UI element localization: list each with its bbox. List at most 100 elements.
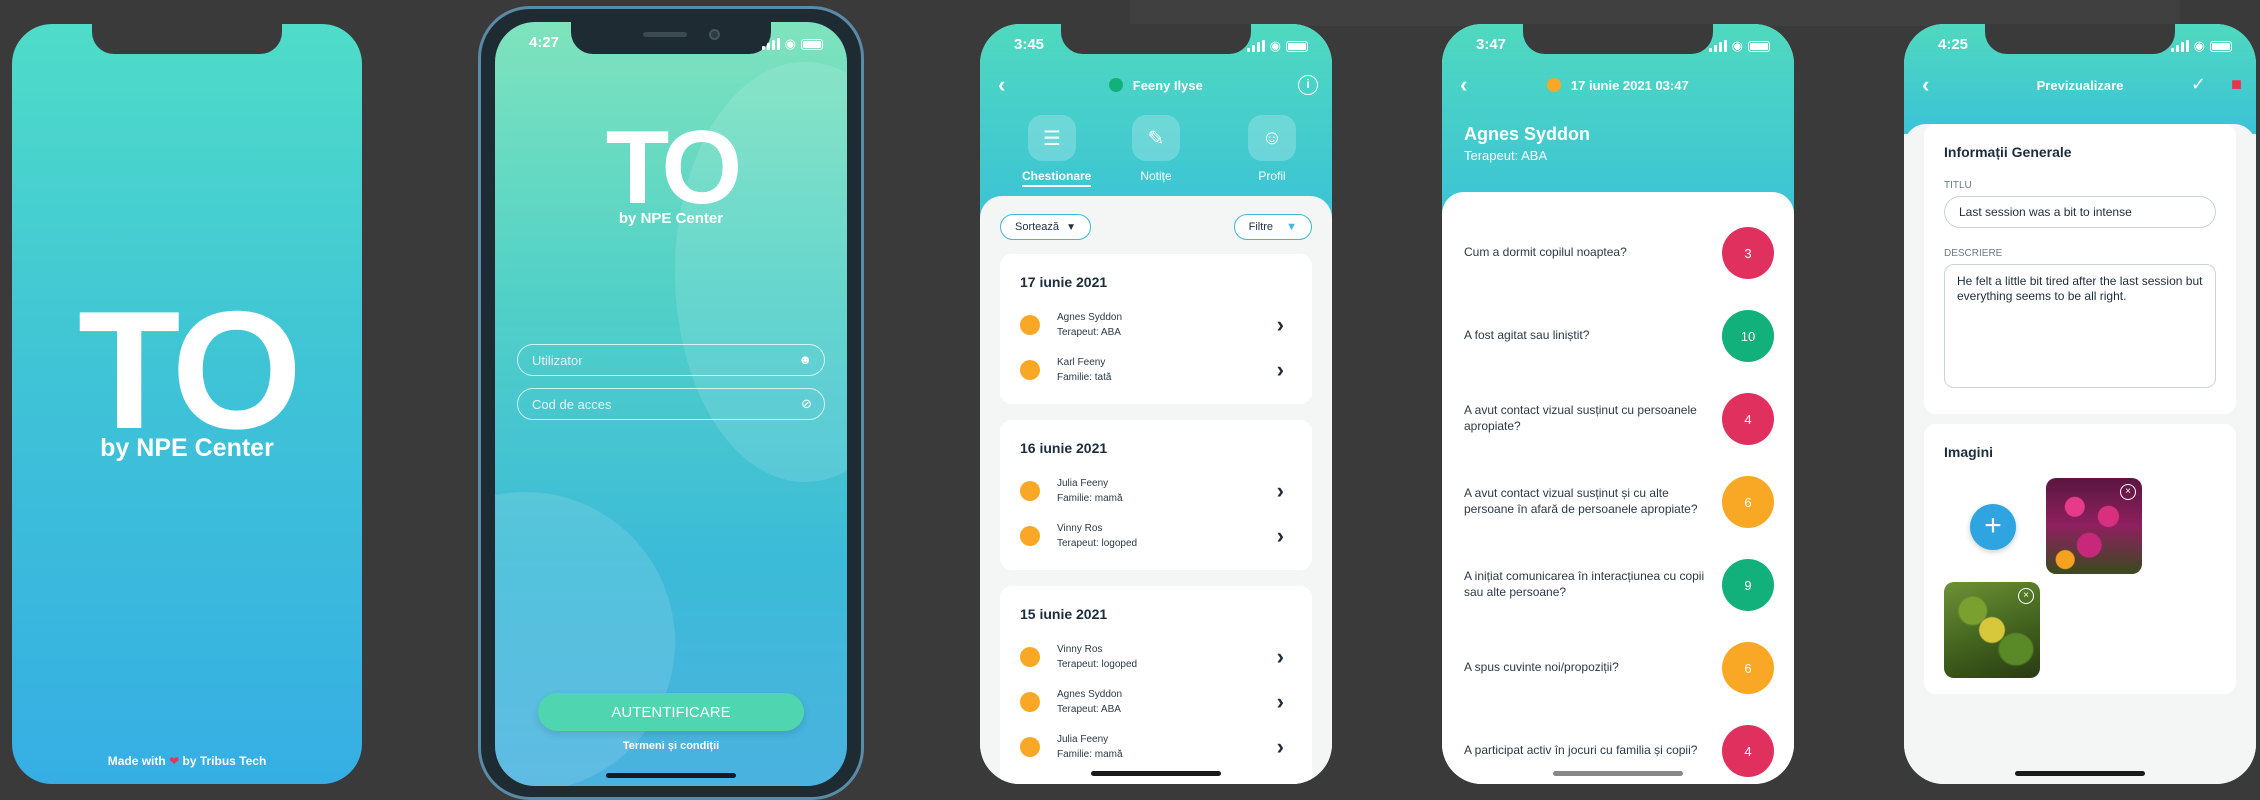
score-badge[interactable]: 4 (1722, 393, 1774, 445)
date-group: 17 iunie 2021 03:47 (1442, 78, 1794, 93)
status-dot (1020, 692, 1040, 712)
splash-screen: TO by NPE Center Made with ❤ by Tribus T… (12, 24, 362, 784)
battery-icon (1286, 40, 1308, 52)
status-dot (1020, 647, 1040, 667)
remove-image-icon[interactable]: × (2120, 484, 2136, 500)
client-status-dot (1109, 78, 1124, 92)
entry-name: Vinny Ros (1057, 523, 1103, 534)
status-dot (1020, 526, 1040, 546)
list-item[interactable]: Agnes Syddon Terapeut: ABA › (1020, 685, 1292, 719)
day-card: 16 iunie 2021 Julia Feeny Familie: mamă … (1000, 420, 1312, 570)
chevron-right-icon: › (1276, 357, 1284, 382)
status-dot (1020, 360, 1040, 380)
tab-profile[interactable]: ☺ Profil (1242, 115, 1302, 183)
check-icon[interactable]: ✓ (2191, 74, 2206, 95)
wifi-icon: ◉ (2193, 38, 2205, 53)
filter-button[interactable]: Filtre ▼ (1233, 214, 1312, 240)
description-field[interactable]: He felt a little bit tired after the las… (1944, 264, 2216, 388)
battery-icon (2210, 40, 2232, 52)
remove-image-icon[interactable]: × (2018, 588, 2034, 604)
wifi-icon: ◉ (784, 36, 796, 51)
battery-icon (801, 38, 823, 50)
nav-bar: ‹ 17 iunie 2021 03:47 (1442, 74, 1794, 100)
eye-off-icon[interactable]: ⊘ (801, 396, 812, 412)
signal-icon (2170, 40, 2189, 52)
login-button[interactable]: AUTENTIFICARE (538, 693, 804, 731)
app-logo: TO (77, 276, 302, 464)
score-badge[interactable]: 9 (1722, 559, 1774, 611)
user-icon: ☻ (798, 352, 812, 367)
therapist-role: Terapeut: ABA (1464, 148, 1548, 163)
terms-link[interactable]: Termeni și condiții (495, 740, 847, 752)
day-title: 16 iunie 2021 (1020, 440, 1108, 456)
info-icon[interactable]: i (1298, 75, 1318, 95)
entry-name: Julia Feeny (1057, 478, 1109, 489)
app-logo: TO (605, 110, 743, 226)
pepper-photo[interactable]: × (1944, 582, 2040, 678)
access-code-field[interactable]: Cod de acces ⊘ (517, 388, 825, 420)
question-text: Cum a dormit copilul noaptea? (1464, 245, 1627, 259)
status-icons: ◉ (1708, 38, 1770, 54)
status-time: 4:27 (529, 34, 560, 51)
title-label: TITLU (1944, 180, 1972, 191)
score-badge[interactable]: 6 (1722, 476, 1774, 528)
list-item[interactable]: Vinny Ros Terapeut: logoped › (1020, 640, 1292, 674)
tab-questionnaires[interactable]: ☰ Chestionare (1022, 115, 1092, 187)
chevron-right-icon: › (1276, 734, 1284, 759)
caret-down-icon: ▼ (1066, 222, 1076, 233)
status-dot (1020, 481, 1040, 501)
day-title: 15 iunie 2021 (1020, 606, 1108, 622)
home-indicator (1553, 771, 1683, 776)
question-text: A fost agitat sau liniștit? (1464, 328, 1590, 342)
section-title: Imagini (1944, 444, 1994, 460)
entry-role: Familie: mamă (1057, 749, 1123, 760)
chevron-right-icon: › (1276, 478, 1284, 503)
images-section: Imagini + × × (1924, 424, 2236, 694)
entry-role: Familie: mamă (1057, 493, 1123, 504)
made-with-prefix: Made with (107, 754, 166, 768)
question-row: Cum a dormit copilul noaptea? 3 (1464, 224, 1774, 280)
question-row: A fost agitat sau liniștit? 10 (1464, 307, 1774, 363)
signal-icon (761, 38, 780, 50)
add-image-button[interactable]: + (1970, 504, 2016, 550)
home-indicator (1091, 771, 1221, 776)
sort-button[interactable]: Sortează ▼ (1000, 214, 1091, 240)
list-item[interactable]: Julia Feeny Familie: mamă › (1020, 730, 1292, 764)
score-badge[interactable]: 4 (1722, 725, 1774, 777)
list-item[interactable]: Agnes Syddon Terapeut: ABA › (1020, 308, 1292, 342)
signal-icon (1708, 40, 1727, 52)
tab-notes[interactable]: ✎ Notițe (1126, 115, 1186, 183)
questionnaire-date: 17 iunie 2021 03:47 (1570, 78, 1689, 93)
nav-bar: ‹ Feeny Ilyse i (980, 74, 1332, 100)
entry-role: Terapeut: logoped (1057, 659, 1138, 670)
clipboard-icon: ☰ (1028, 115, 1076, 161)
status-bar: 3:47 ◉ (1442, 34, 1794, 58)
wifi-icon: ◉ (1731, 38, 1743, 53)
note-preview-screen: 4:25 ◉ ‹ Previzualizare ✓ ■ Informații G… (1904, 24, 2256, 784)
score-badge[interactable]: 6 (1722, 642, 1774, 694)
entry-role: Terapeut: ABA (1057, 327, 1121, 338)
username-field[interactable]: Utilizator ☻ (517, 344, 825, 376)
signal-icon (1246, 40, 1265, 52)
entry-name: Agnes Syddon (1057, 689, 1123, 700)
entry-role: Familie: tată (1057, 372, 1112, 383)
question-row: A spus cuvinte noi/propoziții? 6 (1464, 639, 1774, 695)
list-item[interactable]: Julia Feeny Familie: mamă › (1020, 474, 1292, 508)
question-text: A inițiat comunicarea în interacțiunea c… (1464, 569, 1705, 599)
wifi-icon: ◉ (1269, 38, 1281, 53)
username-placeholder: Utilizator (532, 353, 583, 368)
status-icons: ◉ (1246, 38, 1308, 54)
title-field[interactable]: Last session was a bit to intense (1944, 196, 2216, 228)
list-item[interactable]: Karl Feeny Familie: tată › (1020, 353, 1292, 387)
day-card: 17 iunie 2021 Agnes Syddon Terapeut: ABA… (1000, 254, 1312, 404)
list-item[interactable]: Vinny Ros Terapeut: logoped › (1020, 519, 1292, 553)
tab-label: Profil (1258, 169, 1286, 183)
flower-photo[interactable]: × (2046, 478, 2142, 574)
trash-icon[interactable]: ■ (2231, 74, 2242, 95)
score-badge[interactable]: 10 (1722, 310, 1774, 362)
made-with-credit: Made with ❤ by Tribus Tech (12, 754, 362, 768)
question-row: A avut contact vizual susținut și cu alt… (1464, 473, 1774, 529)
device-notch (92, 24, 282, 54)
sort-label: Sortează (1015, 221, 1060, 233)
score-badge[interactable]: 3 (1722, 227, 1774, 279)
